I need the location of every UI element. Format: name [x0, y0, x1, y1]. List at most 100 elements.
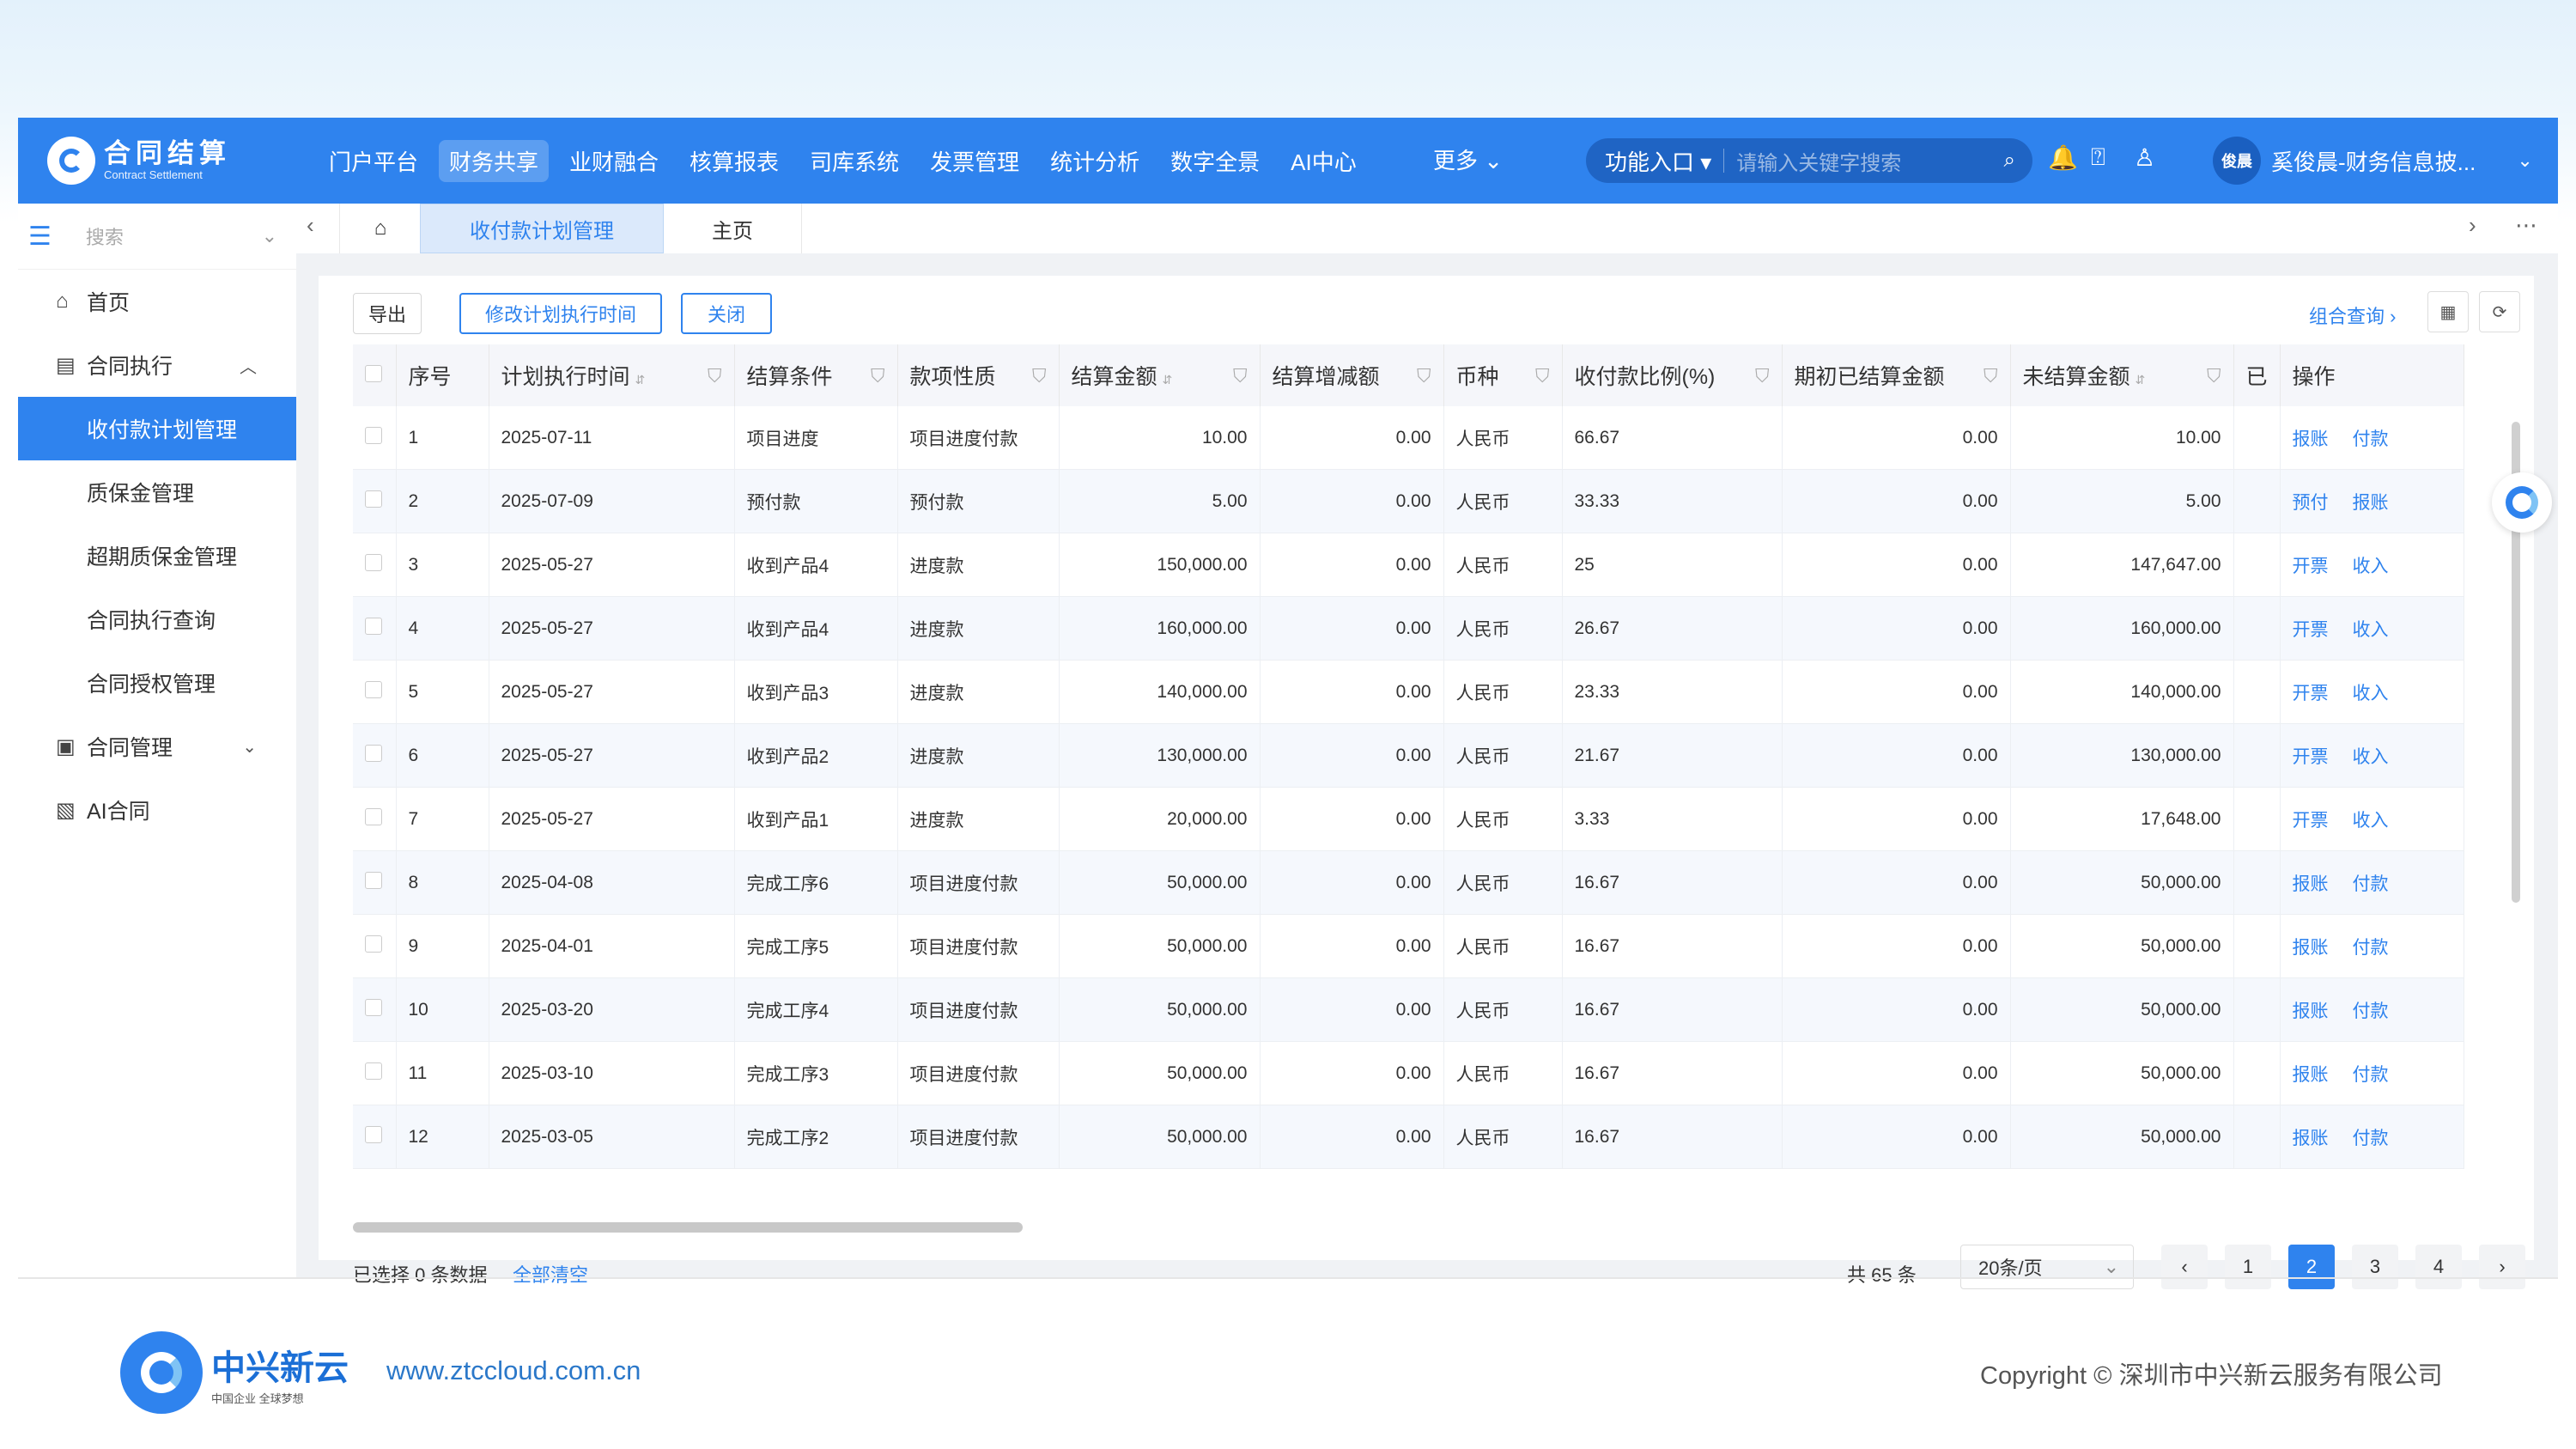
table-row[interactable]: 8 2025-04-08 完成工序6 项目进度付款 50,000.00 0.00 人民币 16…: [353, 850, 2464, 915]
tab-home-page[interactable]: 主页: [664, 204, 802, 253]
prev-page-button[interactable]: ‹: [2161, 1245, 2208, 1289]
row-action-link[interactable]: 预付: [2293, 493, 2329, 513]
col-currency[interactable]: 币种 ⛉: [1443, 344, 1563, 406]
row-action-link[interactable]: 报账: [2293, 938, 2329, 958]
sidebar-item-home[interactable]: ⌂ 首页: [18, 270, 296, 333]
table-row[interactable]: 5 2025-05-27 收到产品3 进度款 140,000.00 0.00 人民币 23.3…: [353, 660, 2464, 724]
row-checkbox[interactable]: [353, 469, 397, 533]
home-tab[interactable]: ⌂: [339, 204, 422, 253]
assistant-float-icon[interactable]: [2492, 472, 2552, 533]
row-action-link[interactable]: 报账: [2293, 1002, 2329, 1021]
bell-icon[interactable]: 🔔: [2048, 143, 2078, 172]
nav-portal[interactable]: 门户平台: [319, 140, 428, 182]
nav-finance-share[interactable]: 财务共享: [439, 139, 550, 182]
row-checkbox[interactable]: [353, 914, 397, 978]
row-checkbox[interactable]: [353, 723, 397, 788]
col-unsettled[interactable]: 未结算金额 ⇵ ⛉: [2010, 344, 2234, 406]
help-icon[interactable]: ⍰: [2091, 143, 2105, 172]
row-action-link[interactable]: 付款: [2353, 874, 2389, 894]
chevron-right-icon[interactable]: ›: [2469, 212, 2476, 239]
table-row[interactable]: 2 2025-07-09 预付款 预付款 5.00 0.00 人民币 33.33 0.00 5.0…: [353, 469, 2464, 533]
row-action-link[interactable]: 收入: [2353, 557, 2389, 576]
table-row[interactable]: 9 2025-04-01 完成工序5 项目进度付款 50,000.00 0.00 人民币 16…: [353, 914, 2464, 978]
more-menu[interactable]: 更多 ⌄: [1433, 143, 1503, 175]
row-action-link[interactable]: 收入: [2353, 811, 2389, 831]
row-action-link[interactable]: 付款: [2353, 1065, 2389, 1085]
page-button-1[interactable]: 1: [2225, 1245, 2271, 1289]
sidebar-item-payment-plan[interactable]: 收付款计划管理: [18, 397, 296, 460]
sidebar-item-authorization[interactable]: 合同授权管理: [18, 651, 296, 715]
col-plan-time[interactable]: 计划执行时间 ⇵ ⛉: [489, 344, 735, 406]
sidebar-item-overdue-warranty[interactable]: 超期质保金管理: [18, 524, 296, 588]
page-button-2[interactable]: 2: [2288, 1245, 2335, 1289]
row-checkbox[interactable]: [353, 850, 397, 915]
row-action-link[interactable]: 收入: [2353, 620, 2389, 640]
col-ratio[interactable]: 收付款比例(%) ⛉: [1562, 344, 1783, 406]
combo-query-link[interactable]: 组合查询 ›: [2309, 301, 2396, 329]
col-settle-adjust[interactable]: 结算增减额 ⛉: [1260, 344, 1444, 406]
search-icon[interactable]: ⌕: [2004, 149, 2015, 173]
row-action-link[interactable]: 付款: [2353, 938, 2389, 958]
row-checkbox[interactable]: [353, 977, 397, 1042]
sidebar-item-contract-management[interactable]: ▣ 合同管理 ⌄: [18, 715, 296, 778]
sidebar-item-warranty[interactable]: 质保金管理: [18, 460, 296, 524]
nav-statistics[interactable]: 统计分析: [1040, 140, 1150, 182]
row-action-link[interactable]: 开票: [2293, 747, 2329, 767]
sidebar-search-input[interactable]: 搜索: [86, 222, 262, 250]
clear-all-link[interactable]: 全部清空: [513, 1260, 588, 1288]
row-checkbox[interactable]: [353, 787, 397, 851]
function-entry-dropdown[interactable]: 功能入口 ▾: [1605, 145, 1711, 177]
column-settings-icon[interactable]: ▦: [2427, 291, 2469, 332]
row-checkbox[interactable]: [353, 406, 397, 470]
horizontal-scrollbar[interactable]: [353, 1222, 1023, 1233]
refresh-icon[interactable]: ⟳: [2479, 291, 2520, 332]
app-logo[interactable]: 合同结算 Contract Settlement: [47, 133, 231, 188]
next-page-button[interactable]: ›: [2479, 1245, 2525, 1289]
nav-invoice[interactable]: 发票管理: [920, 140, 1030, 182]
close-button[interactable]: 关闭: [681, 293, 772, 334]
page-button-4[interactable]: 4: [2415, 1245, 2462, 1289]
row-action-link[interactable]: 报账: [2293, 429, 2329, 449]
table-row[interactable]: 11 2025-03-10 完成工序3 项目进度付款 50,000.00 0.00 人民币 1…: [353, 1041, 2464, 1105]
user-icon[interactable]: ♙: [2134, 143, 2155, 172]
table-row[interactable]: 10 2025-03-20 完成工序4 项目进度付款 50,000.00 0.00 人民币 1…: [353, 977, 2464, 1042]
row-action-link[interactable]: 报账: [2353, 493, 2389, 513]
row-action-link[interactable]: 付款: [2353, 1002, 2389, 1021]
chevron-down-icon[interactable]: ⌄: [262, 225, 277, 247]
table-row[interactable]: 4 2025-05-27 收到产品4 进度款 160,000.00 0.00 人民币 26.6…: [353, 596, 2464, 661]
row-action-link[interactable]: 开票: [2293, 811, 2329, 831]
export-button[interactable]: 导出: [353, 293, 422, 334]
more-dots-icon[interactable]: ⋯: [2515, 212, 2537, 239]
row-checkbox[interactable]: [353, 1105, 397, 1169]
nav-treasury[interactable]: 司库系统: [799, 140, 909, 182]
user-menu[interactable]: 俊晨 奚俊晨-财务信息披... ⌄: [2213, 137, 2533, 185]
row-action-link[interactable]: 报账: [2293, 1065, 2329, 1085]
table-row[interactable]: 7 2025-05-27 收到产品1 进度款 20,000.00 0.00 人民币 3.33 0…: [353, 787, 2464, 851]
row-action-link[interactable]: 付款: [2353, 1129, 2389, 1148]
table-row[interactable]: 3 2025-05-27 收到产品4 进度款 150,000.00 0.00 人民币 25 0.…: [353, 533, 2464, 597]
col-settle-amount[interactable]: 结算金额 ⇵ ⛉: [1059, 344, 1261, 406]
row-action-link[interactable]: 开票: [2293, 684, 2329, 703]
row-action-link[interactable]: 收入: [2353, 684, 2389, 703]
col-payment-nature[interactable]: 款项性质 ⛉: [897, 344, 1060, 406]
table-row[interactable]: 12 2025-03-05 完成工序2 项目进度付款 50,000.00 0.00 人民币 1…: [353, 1105, 2464, 1169]
search-input[interactable]: 请输入关键字搜索: [1736, 146, 2003, 176]
row-action-link[interactable]: 开票: [2293, 620, 2329, 640]
col-settle-condition[interactable]: 结算条件 ⛉: [734, 344, 898, 406]
row-checkbox[interactable]: [353, 596, 397, 661]
page-size-select[interactable]: 20条/页 ⌄: [1960, 1245, 2134, 1289]
nav-digital-panorama[interactable]: 数字全景: [1160, 140, 1270, 182]
row-action-link[interactable]: 付款: [2353, 429, 2389, 449]
row-checkbox[interactable]: [353, 533, 397, 597]
tab-payment-plan[interactable]: 收付款计划管理: [420, 204, 664, 253]
chevron-left-icon[interactable]: ‹: [307, 212, 314, 239]
nav-accounting-reports[interactable]: 核算报表: [679, 140, 789, 182]
row-action-link[interactable]: 报账: [2293, 1129, 2329, 1148]
sidebar-item-ai-contract[interactable]: ▧ AI合同: [18, 778, 296, 842]
modify-time-button[interactable]: 修改计划执行时间: [459, 293, 662, 334]
select-all-checkbox[interactable]: [353, 344, 397, 406]
table-row[interactable]: 1 2025-07-11 项目进度 项目进度付款 10.00 0.00 人民币 66.67 0.…: [353, 406, 2464, 470]
page-button-3[interactable]: 3: [2352, 1245, 2398, 1289]
table-row[interactable]: 6 2025-05-27 收到产品2 进度款 130,000.00 0.00 人民币 21.6…: [353, 723, 2464, 788]
nav-business-finance[interactable]: 业财融合: [559, 140, 669, 182]
